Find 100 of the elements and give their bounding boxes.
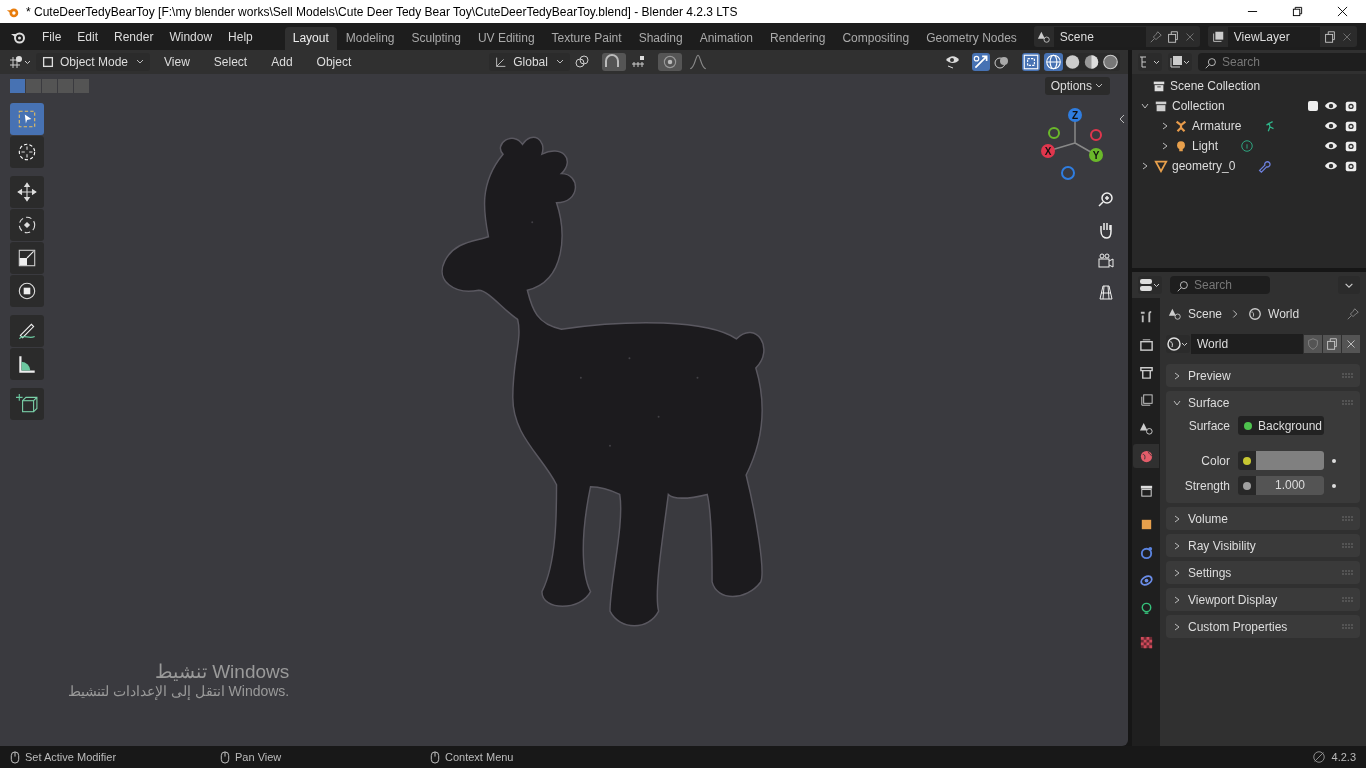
camera-icon[interactable] xyxy=(1344,119,1358,133)
color-swatch[interactable] xyxy=(1256,451,1324,470)
orientation-dropdown[interactable]: Global xyxy=(489,53,570,71)
light-icon xyxy=(1174,139,1188,153)
material-shading-icon[interactable] xyxy=(1082,53,1101,71)
workspace-tab[interactable]: Layout xyxy=(284,27,337,50)
options-dropdown[interactable]: Options xyxy=(1044,77,1110,95)
y-axis-label: Y xyxy=(1092,150,1100,161)
proportional-edit-icon[interactable] xyxy=(657,53,682,71)
keyframe-dot[interactable] xyxy=(1332,483,1336,488)
drag-handle-icon[interactable] xyxy=(1342,515,1354,522)
camera-icon[interactable] xyxy=(1344,159,1358,173)
menu-item[interactable]: Help xyxy=(220,29,261,44)
measure-tool-button[interactable] xyxy=(10,348,44,380)
navigation-gizmo-drawing[interactable] xyxy=(1041,108,1103,180)
number-field[interactable]: 1.000 xyxy=(1256,476,1324,495)
gizmo-toggle-icon[interactable] xyxy=(972,53,990,71)
workspace-tab[interactable]: Compositing xyxy=(834,27,918,50)
workspace-tab[interactable]: Modeling xyxy=(337,27,403,50)
viewport-menu[interactable]: Select xyxy=(203,55,258,69)
dropdown-icon[interactable] xyxy=(1338,276,1360,294)
pin-icon[interactable] xyxy=(1346,307,1360,321)
camera-icon[interactable] xyxy=(1096,251,1116,271)
network-off-icon xyxy=(1311,750,1326,764)
socket-dot[interactable] xyxy=(1243,481,1251,490)
editor-type-icon[interactable] xyxy=(8,53,32,71)
world-tab[interactable] xyxy=(1133,444,1159,468)
view-layer-selector[interactable]: ViewLayer xyxy=(1207,26,1357,47)
collection-icon xyxy=(1152,79,1166,93)
menu-item[interactable]: Window xyxy=(161,29,221,44)
pin-icon[interactable] xyxy=(1148,29,1163,44)
tree-item[interactable]: Scene Collection xyxy=(1170,79,1261,93)
mesh-icon xyxy=(1154,159,1168,173)
panel-title[interactable]: Preview xyxy=(1188,368,1231,383)
wireframe-shading-icon[interactable] xyxy=(1044,53,1063,71)
cursor-tool-button[interactable] xyxy=(10,136,44,168)
workspace-tab[interactable]: Rendering xyxy=(762,27,834,50)
field-label: Color xyxy=(1200,453,1230,468)
editor-type-icon[interactable] xyxy=(1138,53,1162,71)
workspace-tab[interactable]: Shading xyxy=(630,27,691,50)
menu-item[interactable]: Edit xyxy=(69,29,107,44)
copy-icon[interactable] xyxy=(1322,29,1337,44)
menu-item[interactable]: Render xyxy=(106,29,162,44)
menu-item[interactable]: File xyxy=(34,29,70,44)
tree-item[interactable]: geometry_0 xyxy=(1172,159,1236,173)
camera-icon[interactable] xyxy=(1344,99,1358,113)
move-tool-button[interactable] xyxy=(10,176,44,208)
drag-handle-icon[interactable] xyxy=(1342,399,1354,406)
drag-handle-icon[interactable] xyxy=(1342,623,1354,630)
mouse-icon xyxy=(430,750,440,764)
solid-shading-icon[interactable] xyxy=(1063,53,1082,71)
display-mode-icon[interactable] xyxy=(1168,53,1192,71)
search-field[interactable]: Search xyxy=(1198,53,1366,71)
magnet-icon[interactable] xyxy=(601,53,626,71)
maximize-icon[interactable] xyxy=(1292,6,1303,17)
socket-dot[interactable] xyxy=(1243,456,1251,465)
keyframe-dot[interactable] xyxy=(1332,458,1336,463)
panel-title[interactable]: Custom Properties xyxy=(1188,619,1288,634)
annotate-tool-button[interactable] xyxy=(10,315,44,347)
workspace-tab[interactable]: UV Editing xyxy=(469,27,543,50)
workspace-tab[interactable]: Texture Paint xyxy=(543,27,630,50)
workspace-tab[interactable]: Geometry Nodes xyxy=(918,27,1025,50)
search-icon xyxy=(1176,279,1190,293)
drag-handle-icon[interactable] xyxy=(1342,596,1354,603)
scale-tool-button[interactable] xyxy=(10,242,44,274)
globe-icon[interactable] xyxy=(1166,335,1190,353)
mode-dropdown[interactable]: Object Mode xyxy=(36,53,151,71)
grid-icon[interactable] xyxy=(1096,282,1116,302)
scene-selector[interactable]: Scene xyxy=(1033,26,1200,47)
drag-handle-icon[interactable] xyxy=(1342,372,1354,379)
viewport-menu[interactable]: Add xyxy=(261,55,303,69)
viewport-menu[interactable]: Object xyxy=(306,55,362,69)
panel-title[interactable]: Viewport Display xyxy=(1188,592,1278,607)
tree-item[interactable]: Collection xyxy=(1172,99,1225,113)
checkbox[interactable] xyxy=(1308,101,1318,111)
camera-icon[interactable] xyxy=(1344,139,1358,153)
zoom-icon[interactable] xyxy=(1096,189,1116,209)
xray-icon[interactable] xyxy=(1022,53,1040,71)
world-name-field[interactable]: World xyxy=(1191,334,1303,354)
shader-selector[interactable]: Background xyxy=(1238,416,1324,435)
add-tool-button[interactable] xyxy=(10,388,44,420)
close-icon[interactable] xyxy=(1337,6,1348,17)
workspace-tab[interactable]: Animation xyxy=(691,27,762,50)
rendered-shading-icon[interactable] xyxy=(1101,53,1120,71)
viewport-menu[interactable]: View xyxy=(154,55,200,69)
copy-icon[interactable] xyxy=(1323,335,1341,353)
transform-tool-button[interactable] xyxy=(10,275,44,307)
search-field[interactable]: Search xyxy=(1170,276,1270,294)
editor-type-icon[interactable] xyxy=(1138,276,1162,294)
panel-title[interactable]: Volume xyxy=(1188,511,1229,526)
drag-handle-icon[interactable] xyxy=(1342,569,1354,576)
tree-item[interactable]: Light xyxy=(1192,139,1219,153)
drag-handle-icon[interactable] xyxy=(1342,542,1354,549)
tree-item[interactable]: Armature xyxy=(1192,119,1242,133)
panel-title[interactable]: Ray Visibility xyxy=(1188,538,1256,553)
rotate-tool-button[interactable] xyxy=(10,209,44,241)
panel-title[interactable]: Surface xyxy=(1188,395,1230,410)
copy-icon[interactable] xyxy=(1165,29,1180,44)
panel-title[interactable]: Settings xyxy=(1188,565,1232,580)
workspace-tab[interactable]: Sculpting xyxy=(403,27,469,50)
